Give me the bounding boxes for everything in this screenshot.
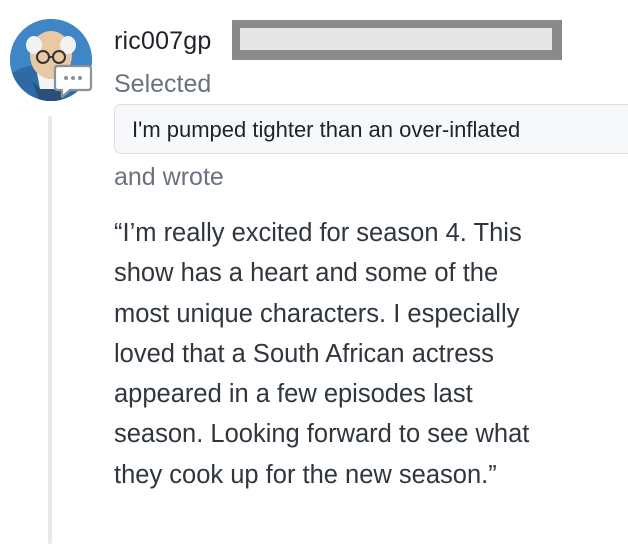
comment-icon — [52, 63, 94, 101]
comment-line: they cook up for the new season.” — [114, 460, 497, 489]
selected-answer-text: I'm pumped tighter than an over-inflated — [132, 117, 521, 142]
selected-label: Selected — [114, 70, 212, 98]
comment-line: season. Looking forward to see what — [114, 420, 530, 449]
comment-line: show has a heart and some of the — [114, 259, 499, 288]
username-link[interactable]: ric007gp — [114, 24, 212, 58]
comment-body: “I’m really excited for season 4. This s… — [114, 213, 614, 495]
comment-line: loved that a South African actress — [114, 339, 494, 368]
comment-line: “I’m really excited for season 4. This — [114, 219, 522, 247]
wrote-label: and wrote — [114, 163, 224, 191]
selected-answer-chip: I'm pumped tighter than an over-inflated — [114, 104, 628, 154]
comment-line: appeared in a few episodes last — [114, 380, 473, 409]
redacted-region-inner — [240, 28, 552, 50]
thread-line — [48, 116, 52, 544]
comment-line: most unique characters. I especially — [114, 299, 520, 328]
